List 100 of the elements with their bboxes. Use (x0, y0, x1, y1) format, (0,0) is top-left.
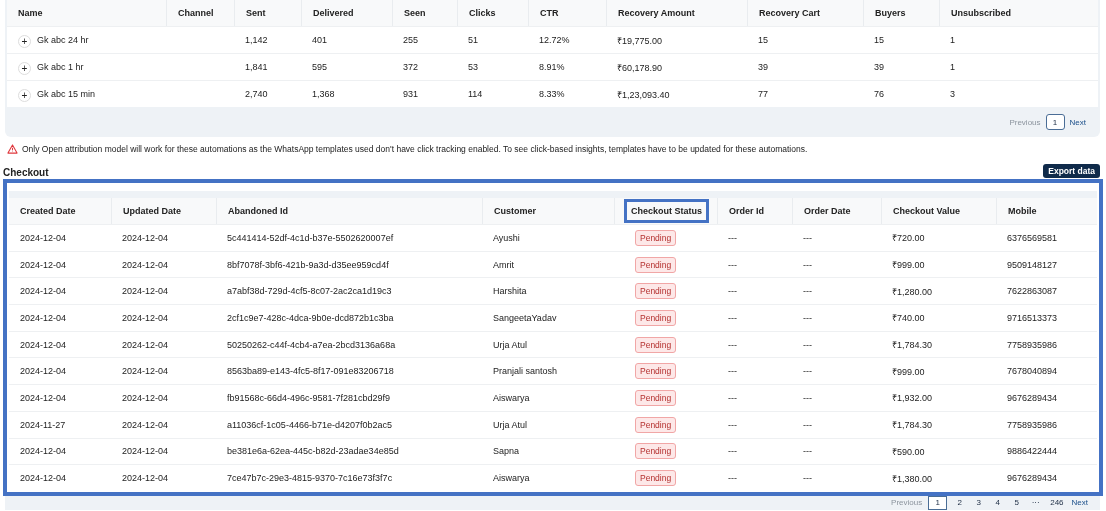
warning-message: Only Open attribution model will work for these automations as the WhatsApp templates used don't have click tracking enabled. To see click-based insights, templates have to be updated for these automations. (22, 144, 808, 154)
table-cell: 2024-12-04 (122, 392, 169, 403)
next-button[interactable]: Next (1071, 498, 1088, 508)
table-cell: 7622863087 (1007, 286, 1058, 297)
table-cell: 39 (874, 62, 884, 72)
table-cell: 2024-12-04 (122, 232, 169, 243)
table-cell: a7abf38d-729d-4cf5-8c07-2ac2ca1d19c3 (227, 286, 392, 297)
table-cell: 2024-12-04 (122, 312, 169, 323)
table-cell: --- (803, 312, 812, 323)
table-cell: 6376569581 (1007, 232, 1058, 243)
status-badge: Pending (635, 470, 677, 487)
column-header: Order Date (804, 206, 851, 216)
status-badge: Pending (635, 336, 677, 353)
table-cell-text: ₹1,23,093.40 (617, 88, 670, 101)
column-header: Recovery Amount (618, 8, 695, 18)
column-header: Checkout Value (893, 206, 961, 216)
page-button[interactable]: 3 (972, 496, 986, 509)
column-header: Clicks (469, 8, 496, 18)
table-cell-text: ₹1,784.30 (892, 339, 933, 352)
table-cell: 255 (403, 35, 419, 45)
table-cell: Pranjali santosh (493, 366, 558, 377)
table-cell: 1,368 (312, 89, 335, 99)
column-header: Channel (178, 8, 214, 18)
table-cell: --- (803, 366, 812, 377)
table-cell: Gk abc 15 min (37, 89, 96, 99)
column-header: Delivered (313, 8, 354, 18)
table-cell: 2024-12-04 (122, 339, 169, 350)
warning-icon (7, 144, 18, 154)
table-cell-text: ₹1,380.00 (892, 472, 933, 485)
table-cell: Gk abc 1 hr (37, 62, 84, 72)
table-cell: 2024-12-04 (20, 392, 67, 403)
page-button[interactable]: 2 (953, 496, 967, 509)
table-cell: --- (728, 473, 737, 484)
column-header: Mobile (1008, 206, 1037, 216)
table-cell-text: ₹740.00 (892, 312, 925, 325)
next-button[interactable]: Next (1069, 117, 1086, 127)
table-cell: 9676289434 (1007, 392, 1058, 403)
table-cell: 7758935986 (1007, 339, 1058, 350)
table-cell-text: ₹19,775.00 (617, 34, 663, 47)
table-cell: 2024-12-04 (122, 286, 169, 297)
column-header: Checkout Status (624, 199, 709, 223)
table-cell: 8.91% (539, 62, 565, 72)
page-button[interactable]: 4 (991, 496, 1005, 509)
section-title: Checkout (3, 167, 49, 178)
table-cell: --- (728, 392, 737, 403)
table-cell: 76 (874, 89, 884, 99)
table-cell: 2024-12-04 (20, 286, 67, 297)
table-cell: --- (728, 259, 737, 270)
table-cell: --- (728, 232, 737, 243)
status-badge: Pending (635, 283, 677, 300)
page-button[interactable]: 1 (1045, 114, 1065, 130)
table-cell: SangeetaYadav (493, 312, 557, 323)
table-cell: --- (803, 446, 812, 457)
table-cell: 2024-12-04 (20, 366, 67, 377)
column-header: Updated Date (123, 206, 181, 216)
table-cell: --- (728, 339, 737, 350)
table-cell: 2024-12-04 (20, 312, 67, 323)
page-button[interactable]: 5 (1010, 496, 1024, 509)
table-cell: 7758935986 (1007, 419, 1058, 430)
table-cell: 9676289434 (1007, 473, 1058, 484)
table-cell: 2024-12-04 (20, 259, 67, 270)
table-cell: 5c441414-52df-4c1d-b37e-5502620007ef (227, 232, 394, 243)
table-cell: 1 (950, 35, 955, 45)
table-cell: fb91568c-66d4-496c-9581-7f281cbd29f9 (227, 392, 391, 403)
table-cell: 12.72% (539, 35, 570, 45)
page-button[interactable]: 246 (1048, 496, 1066, 509)
table-cell: --- (728, 286, 737, 297)
table-cell-text: ₹1,784.30 (892, 419, 933, 432)
table-cell-text: ₹999.00 (892, 365, 925, 378)
table-cell: 1,142 (245, 35, 268, 45)
page-button[interactable]: ··· (1029, 496, 1043, 509)
table-cell: 401 (312, 35, 328, 45)
table-cell: --- (803, 419, 812, 430)
column-header: Name (18, 8, 43, 18)
table-cell: 15 (758, 35, 768, 45)
column-header: Unsubscribed (951, 8, 1011, 18)
status-badge: Pending (635, 309, 677, 326)
table-cell: 1 (950, 62, 955, 72)
table-cell: 2cf1c9e7-428c-4dca-9b0e-dcd872b1c3ba (227, 312, 394, 323)
table-cell: Aiswarya (493, 392, 530, 403)
table-cell-text: ₹999.00 (892, 259, 925, 272)
table-cell: Urja Atul (493, 419, 527, 430)
table-cell: 2024-12-04 (122, 366, 169, 377)
status-badge: Pending (635, 229, 677, 246)
table-cell-text: ₹590.00 (892, 445, 925, 458)
table-cell: a11036cf-1c05-4466-b71e-d4207f0b2ac5 (227, 419, 392, 430)
table-cell: 51 (468, 35, 478, 45)
column-header: Seen (404, 8, 426, 18)
status-badge: Pending (635, 443, 677, 460)
table-cell: 2024-12-04 (122, 473, 169, 484)
table-cell: 3 (950, 89, 955, 99)
table-cell: 8563ba89-e143-4fc5-8f17-091e83206718 (227, 366, 394, 377)
status-badge: Pending (635, 416, 677, 433)
column-header: Order Id (729, 206, 764, 216)
table-cell: 9716513373 (1007, 312, 1058, 323)
column-header: Customer (494, 206, 536, 216)
table-cell: Ayushi (493, 232, 520, 243)
table-cell: 2024-12-04 (20, 339, 67, 350)
export-button[interactable]: Export data (1043, 164, 1100, 178)
table-cell: Urja Atul (493, 339, 527, 350)
